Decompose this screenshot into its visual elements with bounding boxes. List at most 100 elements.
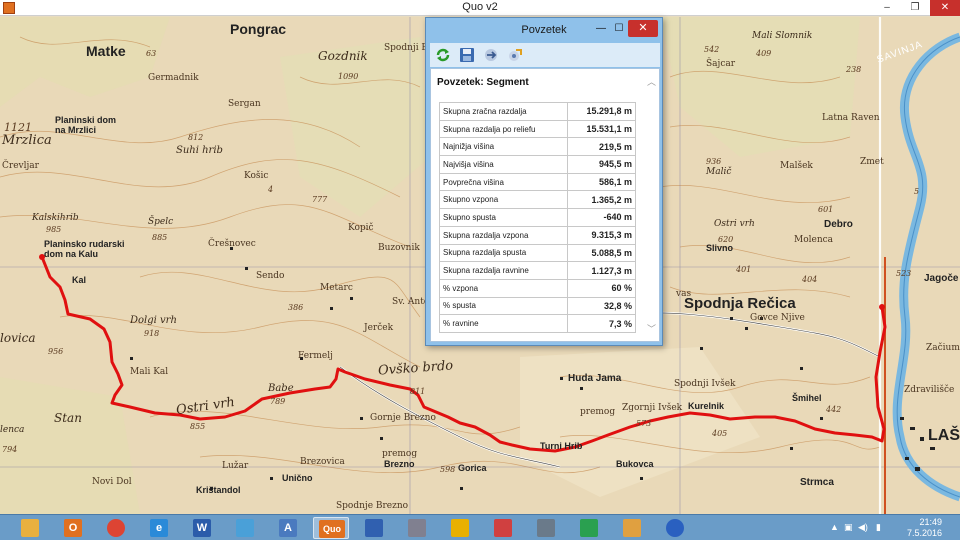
map-label-babe: Babe <box>268 383 294 394</box>
volume-icon[interactable]: ◀) <box>858 522 868 533</box>
map-label-h601: 601 <box>818 205 834 214</box>
dialog-minimize-button[interactable]: — <box>594 23 608 35</box>
app-maximize-button[interactable]: ❐ <box>902 0 928 16</box>
map-label-h573: 573 <box>636 419 652 428</box>
summary-row-value: 9.315,3 m <box>567 225 636 245</box>
map-label-sendo: Sendo <box>256 271 285 281</box>
map-label-brezovica: Brezovica <box>300 457 345 467</box>
quo-icon: Quo <box>319 520 345 538</box>
taskbar-app-runner-app[interactable] <box>485 517 521 539</box>
scroll-down-icon[interactable]: ﹀ <box>647 322 656 335</box>
map-label-debro: Debro <box>824 219 853 230</box>
folder-map-icon <box>623 519 641 537</box>
summary-row-label: Skupna razdalja vzpona <box>438 225 569 245</box>
taskbar-app-word[interactable]: W <box>184 517 220 539</box>
dialog-close-button[interactable]: ✕ <box>628 20 658 37</box>
scroll-up-icon[interactable]: ︿ <box>647 75 656 88</box>
map-label-novi-dol: Novi Dol <box>92 477 132 487</box>
map-label-pongrac: Pongrac <box>230 21 287 37</box>
map-label-h405: 405 <box>712 429 728 438</box>
paint-icon: A <box>279 519 297 537</box>
map-label-germadnik: Germadnik <box>148 73 199 83</box>
app-minimize-button[interactable]: – <box>874 0 900 16</box>
map-label-suhi-hrib-height: 812 <box>188 133 204 142</box>
map-label-kalski-hrib-height: 985 <box>46 225 62 234</box>
google-earth-icon <box>666 519 684 537</box>
summary-row-value: 219,5 m <box>567 137 636 157</box>
map-label-spelc-height: 885 <box>152 233 168 242</box>
map-label-malic-height: 936 <box>706 157 722 166</box>
taskbar-app-google-earth[interactable] <box>657 517 693 539</box>
outlook-icon: O <box>64 519 82 537</box>
taskbar-app-calculator[interactable] <box>528 517 564 539</box>
taskbar-app-file-explorer[interactable] <box>12 517 48 539</box>
tray-expand-icon[interactable]: ▲ <box>830 522 839 532</box>
summary-row: Skupna razdalja spusta 5.088,5 m <box>438 243 636 263</box>
map-label-malic: Malič <box>706 167 732 177</box>
summary-row-value: 1.365,2 m <box>567 190 636 210</box>
map-label-kal: Kal <box>72 275 87 285</box>
summary-row-value: 60 % <box>567 278 636 298</box>
map-label-fermelj: Fermelj <box>298 351 333 361</box>
settings-icon[interactable] <box>506 46 524 64</box>
map-label-spodnje-brezno: Spodnje Brezno <box>336 501 409 511</box>
summary-dialog[interactable]: Povzetek — ☐ ✕ Povzetek: Segment ︿ Skupn… <box>425 17 663 346</box>
map-label-spodnja-recica: Spodnja Rečica <box>684 295 796 312</box>
dialog-titlebar[interactable]: Povzetek — ☐ ✕ <box>426 18 662 42</box>
taskbar-app-pencil-app[interactable] <box>442 517 478 539</box>
taskbar-app-network[interactable] <box>356 517 392 539</box>
app-titlebar: Quo v2 – ❐ ✕ <box>0 0 960 16</box>
map-label-dolgi-vrh-height: 918 <box>144 329 160 338</box>
summary-row: Najnižja višina 219,5 m <box>438 137 636 157</box>
taskbar-app-outlook[interactable]: O <box>55 517 91 539</box>
summary-table: Skupna zračna razdalja 15.291,8 m Skupna r… <box>438 102 636 333</box>
taskbar-app-chrome[interactable] <box>98 517 134 539</box>
taskbar-app-app-blue[interactable] <box>227 517 263 539</box>
map-label-gozdnik: Gozdnik <box>318 49 368 63</box>
action-center-icon[interactable]: ▣ <box>844 522 853 533</box>
summary-row-value: 32,8 % <box>567 296 636 316</box>
summary-row-label: Najvišja višina <box>438 155 569 174</box>
taskbar-app-internet-explorer[interactable]: e <box>141 517 177 539</box>
map-label-premog-2: premog <box>580 407 616 417</box>
refresh-icon[interactable] <box>434 46 452 64</box>
summary-heading: Povzetek: Segment <box>437 77 529 88</box>
taskbar-app-quo[interactable]: Quo <box>313 517 349 539</box>
taskbar-app-google-drive[interactable] <box>571 517 607 539</box>
taskbar-app-tool[interactable] <box>399 517 435 539</box>
map-label-gorica: Gorica <box>458 463 487 473</box>
summary-panel[interactable]: Povzetek: Segment ︿ Skupna zračna razdal… <box>430 68 660 342</box>
google-drive-icon <box>580 519 598 537</box>
map-label-crevljar: Črevljar <box>2 161 39 171</box>
map-label-spelc: Špelc <box>148 217 174 227</box>
map-label-h409: 409 <box>756 49 772 58</box>
clock-time[interactable]: 21:49 <box>919 517 942 527</box>
map-label-h523: 523 <box>896 269 912 278</box>
app-close-button[interactable]: ✕ <box>930 0 960 16</box>
map-label-h598: 598 <box>440 465 456 474</box>
dialog-toolbar <box>430 43 660 67</box>
taskbar-app-folder-map[interactable] <box>614 517 650 539</box>
summary-row-label: Povprečna višina <box>438 172 569 192</box>
clock-date[interactable]: 7.5.2016 <box>907 528 942 538</box>
app-blue-icon <box>236 519 254 537</box>
map-label-h5: 5 <box>914 187 920 196</box>
summary-row-label: Skupna zračna razdalja <box>438 102 569 121</box>
map-label-sergan: Sergan <box>228 99 261 109</box>
taskbar-app-paint[interactable]: A <box>270 517 306 539</box>
map-label-jercek: Jerček <box>364 323 394 333</box>
summary-row-label: Skupno vzpona <box>438 190 569 210</box>
map-label-vas: vas <box>676 289 692 299</box>
map-label-h238: 238 <box>846 65 862 74</box>
export-icon[interactable] <box>482 46 500 64</box>
save-icon[interactable] <box>458 46 476 64</box>
map-label-planinski-dom: Planinski dom na Mrzlici <box>55 115 117 135</box>
map-label-malsek: Malšek <box>780 161 813 171</box>
map-label-kosic: Košic <box>244 171 269 181</box>
map-label-mali-slomnik: Mali Slomnik <box>752 31 813 41</box>
summary-row-value: 15.291,8 m <box>567 102 636 121</box>
summary-row-label: Skupna razdalja ravnine <box>438 261 569 280</box>
dialog-maximize-button[interactable]: ☐ <box>612 23 626 35</box>
network-icon[interactable]: ▮ <box>876 522 881 533</box>
summary-row-label: % vzpona <box>438 278 569 298</box>
